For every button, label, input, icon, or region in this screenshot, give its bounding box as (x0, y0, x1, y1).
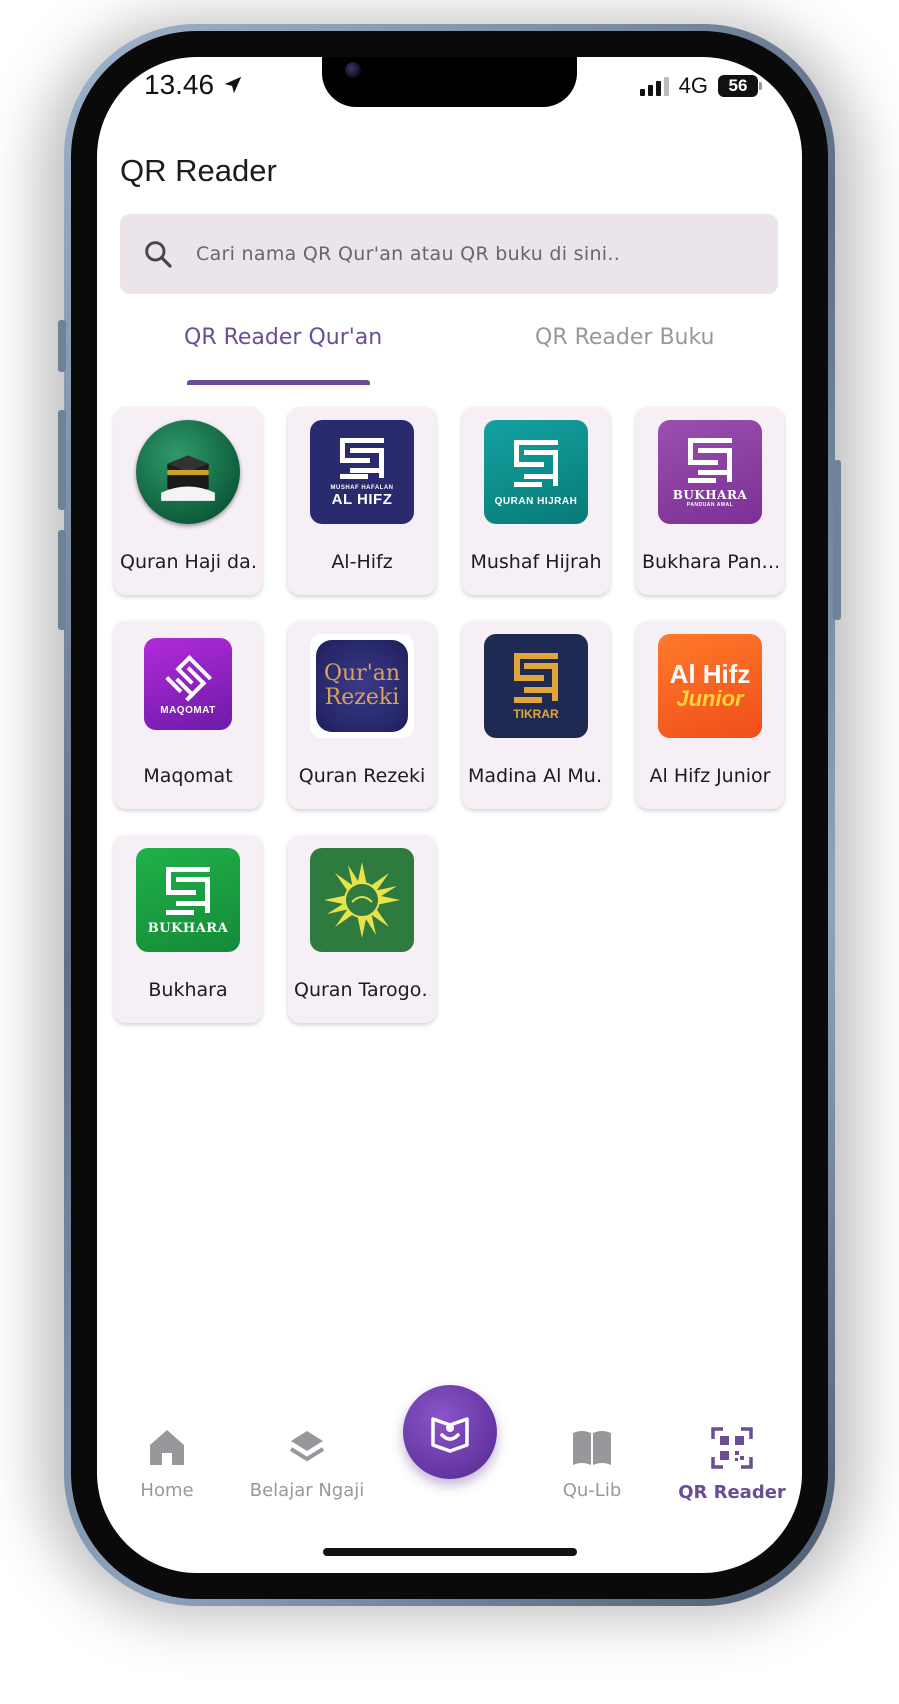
volume-up-button (58, 410, 66, 510)
bukhara-panduan-icon: BUKHARA PANDUAN AMAL (658, 420, 762, 524)
battery-icon: 56 (718, 75, 762, 97)
muhammadiyah-emblem-icon (310, 848, 414, 952)
grid-item-quran-haji[interactable]: Quran Haji da… (114, 407, 262, 595)
book-reader-icon (431, 1417, 469, 1453)
icon-subtext: Junior (676, 686, 744, 711)
icon-text: TIKRAR (513, 707, 559, 721)
location-arrow-icon (224, 76, 242, 94)
grid-item-label: Bukhara Pan… (642, 551, 778, 573)
page-title: QR Reader (120, 153, 277, 188)
signal-icon (639, 76, 669, 96)
nav-qr-reader[interactable]: QR Reader (662, 1427, 802, 1503)
grid-item-label: Quran Rezeki (298, 765, 426, 787)
grid-item-bukhara[interactable]: BUKHARA Bukhara (114, 835, 262, 1023)
icon-text: AL HIFZ (331, 491, 393, 508)
al-hifz-junior-icon: Al Hifz Junior (658, 634, 762, 738)
maqomat-icon: MAQOMAT (144, 638, 232, 730)
tikrar-icon: TIKRAR (484, 634, 588, 738)
nav-belajar-ngaji[interactable]: Belajar Ngaji (237, 1427, 377, 1501)
al-hifz-icon: MUSHAF HAFALAN AL HIFZ (310, 420, 414, 524)
notch (322, 57, 577, 107)
search-placeholder: Cari nama QR Qur'an atau QR buku di sini… (196, 243, 621, 265)
nav-label: Home (140, 1480, 194, 1501)
grid-item-bukhara-panduan[interactable]: BUKHARA PANDUAN AMAL Bukhara Pan… (636, 407, 784, 595)
nav-label: Belajar Ngaji (249, 1480, 365, 1501)
power-button (833, 460, 841, 620)
tab-qr-reader-buku[interactable]: QR Reader Buku (535, 325, 715, 350)
app-screen: 13.46 4G 56 QR Reader Cari nama QR Qur'a… (97, 57, 802, 1573)
grid-item-al-hifz[interactable]: MUSHAF HAFALAN AL HIFZ Al-Hifz (288, 407, 436, 595)
tab-qr-reader-quran[interactable]: QR Reader Qur'an (184, 325, 382, 350)
tab-bar: QR Reader Qur'an QR Reader Buku (97, 325, 802, 387)
icon-subtext: Rezeki (324, 685, 400, 710)
icon-text: Al Hifz (669, 659, 751, 689)
status-indicators: 4G 56 (639, 73, 762, 99)
mute-switch (58, 320, 66, 372)
nav-label: QR Reader (678, 1482, 786, 1503)
icon-text: Qur'an (323, 661, 401, 686)
grid-item-mushaf-hijrah[interactable]: QURAN HIJRAH Mushaf Hijrah (462, 407, 610, 595)
nav-home[interactable]: Home (97, 1427, 237, 1501)
icon-text: QURAN HIJRAH (494, 495, 578, 507)
grid-item-label: Al-Hifz (331, 551, 393, 573)
grid-item-label: Maqomat (143, 765, 233, 787)
front-camera (345, 62, 361, 78)
grid-item-label: Mushaf Hijrah (470, 551, 602, 573)
tab-active-indicator (187, 380, 370, 385)
home-indicator (323, 1548, 577, 1556)
nav-label: Qu-Lib (562, 1480, 622, 1501)
grid-item-label: Madina Al Mu… (468, 765, 604, 787)
status-time: 13.46 (144, 69, 244, 101)
open-book-icon (573, 1431, 611, 1465)
layers-icon (289, 1431, 325, 1462)
volume-down-button (58, 530, 66, 630)
grid-item-maqomat[interactable]: MAQOMAT Maqomat (114, 621, 262, 809)
icon-subtext: PANDUAN AMAL (686, 502, 734, 508)
icon-text: BUKHARA (672, 488, 748, 502)
grid-item-label: Bukhara (148, 979, 228, 1001)
grid-item-label: Quran Tarogo… (294, 979, 430, 1001)
qr-code-icon (711, 1427, 753, 1469)
grid-item-label: Al Hifz Junior (649, 765, 771, 787)
network-type: 4G (678, 73, 708, 98)
bukhara-icon: BUKHARA (136, 848, 240, 952)
icon-text: BUKHARA (147, 920, 229, 936)
search-icon (145, 241, 172, 268)
quran-fab-button[interactable] (403, 1385, 497, 1479)
icon-text: MAQOMAT (160, 704, 216, 716)
grid-item-madina[interactable]: TIKRAR Madina Al Mu… (462, 621, 610, 809)
home-icon (150, 1430, 184, 1465)
search-input[interactable]: Cari nama QR Qur'an atau QR buku di sini… (120, 214, 778, 294)
grid-item-label: Quran Haji da… (120, 551, 256, 573)
grid-item-quran-tarogo[interactable]: Quran Tarogo… (288, 835, 436, 1023)
grid-item-al-hifz-junior[interactable]: Al Hifz Junior Al Hifz Junior (636, 621, 784, 809)
nav-qu-lib[interactable]: Qu-Lib (522, 1427, 662, 1501)
quran-rezeki-icon: Qur'an Rezeki (310, 634, 414, 738)
grid-item-quran-rezeki[interactable]: Qur'an Rezeki Quran Rezeki (288, 621, 436, 809)
kaaba-icon (136, 420, 240, 524)
quran-hijrah-icon: QURAN HIJRAH (484, 420, 588, 524)
